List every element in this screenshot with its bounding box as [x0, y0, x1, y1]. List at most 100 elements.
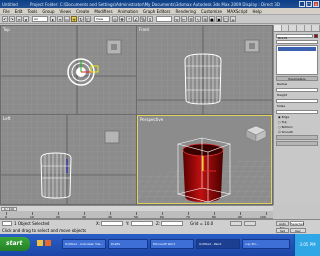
edge-option[interactable]: ◉ Edge — [278, 115, 316, 119]
schematic-icon[interactable]: ⊞ — [202, 16, 208, 22]
spinner-snap-icon[interactable]: ⇕ — [147, 16, 153, 22]
sides-row — [276, 109, 318, 114]
select-rotate-icon[interactable]: ↻ — [78, 16, 84, 22]
ie-icon[interactable] — [37, 240, 43, 246]
rollout-bar-2[interactable] — [276, 135, 318, 140]
start-button[interactable]: start — [0, 237, 30, 251]
motion-tab-icon[interactable] — [297, 25, 305, 31]
task-3dsmax[interactable]: Untitled - Autodesk 3ds... — [62, 239, 106, 249]
select-object-icon[interactable]: ▸ — [50, 16, 56, 22]
viewport-perspective[interactable]: Perspective — [137, 115, 272, 204]
display-tab-icon[interactable] — [304, 25, 313, 31]
rect-select-icon[interactable]: ▭ — [64, 16, 70, 22]
top-option[interactable]: ○ Top — [278, 120, 316, 124]
viewport-top[interactable]: Top — [1, 26, 136, 114]
unlink-icon[interactable]: ⌀ — [23, 16, 29, 22]
menu-modifiers[interactable]: Modifiers — [94, 9, 112, 14]
x-coord-field[interactable] — [101, 221, 123, 226]
quick-render-icon[interactable]: ☕ — [230, 16, 236, 22]
menu-create[interactable]: Create — [76, 9, 89, 14]
app-window: Untitled Project Folder: C:\Documents an… — [0, 0, 320, 256]
menu-file[interactable]: File — [3, 9, 10, 14]
hierarchy-tab-icon[interactable] — [289, 25, 298, 31]
render-frame-icon[interactable]: ▢ — [223, 16, 229, 22]
track-bar[interactable]: 0 10 20 30 40 50 60 70 80 90 100 — [0, 211, 273, 219]
top-option-label: Top — [281, 120, 287, 124]
named-selection-field[interactable] — [156, 16, 172, 22]
viewport-left-canvas — [1, 115, 136, 204]
menu-views[interactable]: Views — [60, 9, 72, 14]
viewport-front[interactable]: Front — [137, 26, 272, 114]
object-color-swatch[interactable] — [314, 33, 318, 38]
modifier-stack-selected-item[interactable] — [278, 47, 316, 51]
redo-icon[interactable]: ↷ — [9, 16, 15, 22]
bottom-option[interactable]: ○ Bottom — [278, 125, 316, 129]
viewport-left[interactable]: Left — [1, 115, 136, 204]
angle-snap-icon[interactable]: ∠ — [133, 16, 139, 22]
menu-tools[interactable]: Tools — [27, 9, 37, 14]
smooth-option[interactable]: ☑ Smooth — [278, 130, 316, 134]
snap-icon[interactable]: ³ — [126, 16, 132, 22]
reference-coord-dropdown[interactable]: View — [94, 16, 110, 22]
utilities-tab-icon[interactable] — [312, 25, 320, 31]
task-paint[interactable]: Untitled - Paint — [196, 239, 240, 249]
rollout-bar-3[interactable] — [276, 141, 318, 146]
task-drafts[interactable]: Drafts — [108, 239, 148, 249]
align-icon[interactable]: ⊨ — [181, 16, 187, 22]
object-name-row: Box01 — [276, 33, 318, 39]
mirror-icon[interactable]: ⇔ — [174, 16, 180, 22]
y-coord-field[interactable] — [131, 221, 153, 226]
media-icon[interactable] — [45, 240, 51, 246]
menu-graph-editors[interactable]: Graph Editors — [143, 9, 170, 14]
status-bar: 1 Object Selected Click and drag to sele… — [0, 219, 320, 237]
viewport-top-canvas — [1, 26, 136, 114]
pivot-icon[interactable]: ◎ — [112, 16, 118, 22]
material-editor-icon[interactable]: ● — [209, 16, 215, 22]
viewport-left-label[interactable]: Left — [3, 116, 11, 121]
selection-filter-dropdown[interactable]: All — [32, 16, 48, 22]
key-filters-button[interactable]: Key Filters... — [290, 228, 306, 237]
radius-spinner[interactable] — [276, 87, 318, 92]
percent-snap-icon[interactable]: % — [140, 16, 146, 22]
key-mode-icon[interactable] — [230, 221, 242, 226]
manipulate-icon[interactable]: ✥ — [119, 16, 125, 22]
modifier-list-dropdown[interactable] — [276, 39, 318, 44]
menu-help[interactable]: Help — [252, 9, 261, 14]
undo-icon[interactable]: ↶ — [2, 16, 8, 22]
viewport-top-label[interactable]: Top — [3, 27, 10, 32]
menu-maxscript[interactable]: MAXScript — [227, 9, 248, 14]
modify-tab-icon[interactable] — [281, 25, 290, 31]
menu-rendering[interactable]: Rendering — [176, 9, 196, 14]
curve-editor-icon[interactable]: ∿ — [195, 16, 201, 22]
select-move-icon[interactable]: ✛ — [71, 16, 77, 22]
menu-group[interactable]: Group — [42, 9, 54, 14]
maxscript-listener-field[interactable] — [2, 221, 12, 226]
close-button[interactable]: × — [313, 1, 319, 7]
object-name-field[interactable]: Box01 — [276, 33, 313, 39]
auto-key-button[interactable]: Auto Key — [276, 221, 289, 230]
modifier-stack[interactable] — [276, 45, 318, 75]
layer-icon[interactable]: ☰ — [188, 16, 194, 22]
menu-animation[interactable]: Animation — [118, 9, 138, 14]
maximize-button[interactable]: □ — [306, 1, 312, 7]
minimize-button[interactable]: _ — [299, 1, 305, 7]
link-icon[interactable]: ∞ — [16, 16, 22, 22]
z-coord-field[interactable] — [161, 221, 183, 226]
task-word[interactable]: Microsoft Word — [150, 239, 194, 249]
menu-customize[interactable]: Customize — [201, 9, 222, 14]
selected-dropdown[interactable]: Selected — [290, 221, 304, 226]
menu-edit[interactable]: Edit — [15, 9, 23, 14]
parameters-rollout[interactable]: Parameters — [276, 76, 318, 81]
select-by-name-icon[interactable]: ≡ — [57, 16, 63, 22]
create-tab-icon[interactable] — [274, 25, 282, 31]
render-setup-icon[interactable]: ▣ — [216, 16, 222, 22]
play-icon[interactable] — [244, 221, 256, 226]
system-tray-clock[interactable]: 3:05 PM — [294, 234, 320, 256]
viewport-front-label[interactable]: Front — [139, 27, 149, 32]
set-key-button[interactable]: Set Key — [276, 228, 289, 237]
task-cup[interactable]: cup 3D... — [242, 239, 290, 249]
viewport-perspective-label[interactable]: Perspective — [140, 117, 163, 122]
sides-spinner[interactable] — [276, 109, 318, 114]
height-spinner[interactable] — [276, 98, 318, 103]
select-scale-icon[interactable]: ◱ — [85, 16, 91, 22]
